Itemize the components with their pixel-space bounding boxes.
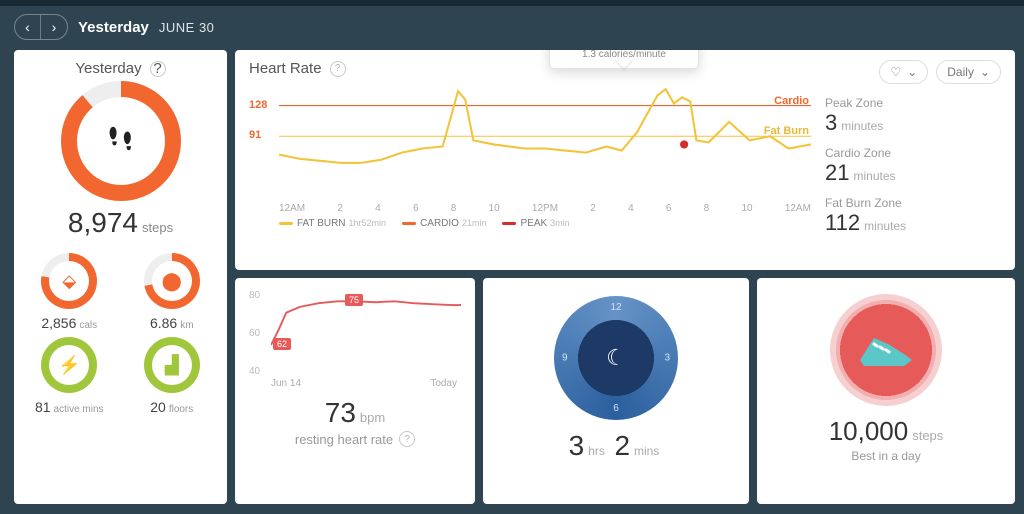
y-tick: 91 <box>249 129 261 141</box>
date-title: Yesterday <box>78 19 149 36</box>
activity-card-title: Yesterday <box>75 60 141 77</box>
steps-value: 8,974steps <box>22 207 219 239</box>
help-icon[interactable]: ? <box>399 431 415 447</box>
shoe-badge-icon <box>830 294 942 406</box>
heart-rate-chart[interactable]: 128 91 Cardio Fat Burn <box>279 81 811 201</box>
moon-icon: ☾ <box>606 345 626 371</box>
favorite-button[interactable]: ♡ ⌄ <box>879 60 928 84</box>
heart-rate-card: Heart Rate ? 7:35 - 7:40 PM 70 avg bpm 1… <box>235 50 1015 270</box>
heart-rate-title: Heart Rate <box>249 60 322 77</box>
sleep-duration: 3hrs 2mins <box>569 430 664 462</box>
chevron-down-icon: ⌄ <box>980 65 990 79</box>
sleep-clock: ☾ 12 3 6 9 <box>554 296 678 420</box>
calories-stat: ⬙ 2,856cals <box>22 253 117 331</box>
stairs-icon: ▟ <box>152 345 192 385</box>
peak-zone: Peak Zone 3minutes <box>825 96 1001 136</box>
distance-stat: ⬤ 6.86km <box>125 253 220 331</box>
resting-hr-label: resting heart rate ? <box>295 431 415 447</box>
pin-icon: ⬤ <box>152 261 192 301</box>
resting-hr-chart[interactable]: 80 60 40 62 75 <box>249 288 461 378</box>
prev-day-button[interactable]: ‹ <box>15 15 41 39</box>
active-minutes-stat: ⚡ 81active mins <box>22 337 117 415</box>
flame-icon: ⬙ <box>49 261 89 301</box>
resting-hr-value: 73bpm <box>325 397 385 429</box>
floors-stat: ▟ 20floors <box>125 337 220 415</box>
fat-burn-zone: Fat Burn Zone 112minutes <box>825 196 1001 236</box>
goal-subtitle: Best in a day <box>851 449 920 463</box>
next-day-button[interactable]: › <box>41 15 67 39</box>
date-value: JUNE 30 <box>159 20 215 35</box>
steps-progress-ring <box>61 81 181 201</box>
rhr-max-badge: 75 <box>345 294 363 306</box>
heart-rate-tooltip: 7:35 - 7:40 PM 70 avg bpm 1.3 calories/m… <box>549 50 699 69</box>
bolt-icon: ⚡ <box>49 345 89 385</box>
goal-value: 10,000steps <box>829 416 944 447</box>
sleep-card: ☾ 12 3 6 9 3hrs 2mins <box>483 278 749 504</box>
heart-rate-legend: FAT BURN1hr52min CARDIO21min PEAK3min <box>279 218 811 229</box>
rhr-min-badge: 62 <box>273 338 291 350</box>
resting-heart-rate-card: 80 60 40 62 75 Jun 14 Today 73bpm restin… <box>235 278 475 504</box>
frequency-select[interactable]: Daily ⌄ <box>936 60 1001 84</box>
activity-summary-card: Yesterday ? 8,974steps ⬙ 2,856cals ⬤ 6.8… <box>14 50 227 504</box>
date-nav: ‹ › Yesterday JUNE 30 <box>14 14 1010 40</box>
chevron-down-icon: ⌄ <box>907 65 917 79</box>
step-goal-card: 10,000steps Best in a day <box>757 278 1015 504</box>
footsteps-icon <box>77 97 165 185</box>
help-icon[interactable]: ? <box>330 61 346 77</box>
heart-icon: ♡ <box>890 65 901 79</box>
cardio-zone: Cardio Zone 21minutes <box>825 146 1001 186</box>
y-tick: 128 <box>249 99 267 111</box>
help-icon[interactable]: ? <box>150 61 166 77</box>
heart-rate-xaxis: 12AM24681012PM24681012AM <box>279 203 811 214</box>
